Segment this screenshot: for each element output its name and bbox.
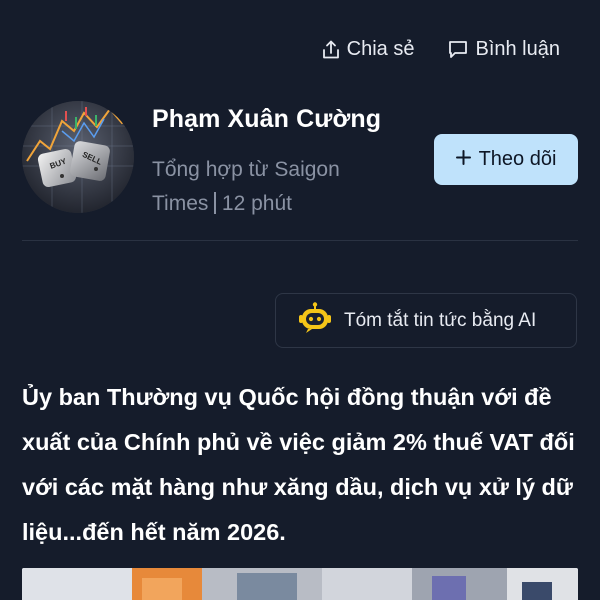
follow-button[interactable]: Theo dõi xyxy=(434,134,578,185)
author-block: BUY SELL Phạm Xuân Cường Tổng hợp từ Sai… xyxy=(22,101,578,215)
plus-icon xyxy=(455,148,471,171)
ai-summary-button[interactable]: Tóm tắt tin tức bằng AI xyxy=(275,293,577,348)
divider xyxy=(22,240,578,241)
avatar[interactable]: BUY SELL xyxy=(22,101,134,213)
share-label: Chia sẻ xyxy=(346,38,415,60)
top-actions: Chia sẻ Bình luận xyxy=(322,38,560,61)
share-icon xyxy=(322,40,340,60)
meta-separator xyxy=(214,192,216,214)
ai-summary-label: Tóm tắt tin tức bằng AI xyxy=(344,309,537,331)
post-time: 12 phút xyxy=(221,192,292,215)
share-button[interactable]: Chia sẻ xyxy=(322,38,415,61)
comment-icon xyxy=(448,40,468,59)
author-meta: Tổng hợp từ Saigon Times 12 phút xyxy=(152,153,392,221)
ai-robot-icon xyxy=(298,301,332,340)
article-headline: Ủy ban Thường vụ Quốc hội đồng thuận với… xyxy=(22,384,575,545)
article-image[interactable] xyxy=(22,568,578,600)
article-page: Chia sẻ Bình luận BUY SELL Phạm Xuân Cườ… xyxy=(0,0,600,600)
comment-label: Bình luận xyxy=(475,38,560,60)
author-name[interactable]: Phạm Xuân Cường xyxy=(152,105,381,134)
follow-label: Theo dõi xyxy=(478,148,557,170)
comment-button[interactable]: Bình luận xyxy=(448,38,560,61)
